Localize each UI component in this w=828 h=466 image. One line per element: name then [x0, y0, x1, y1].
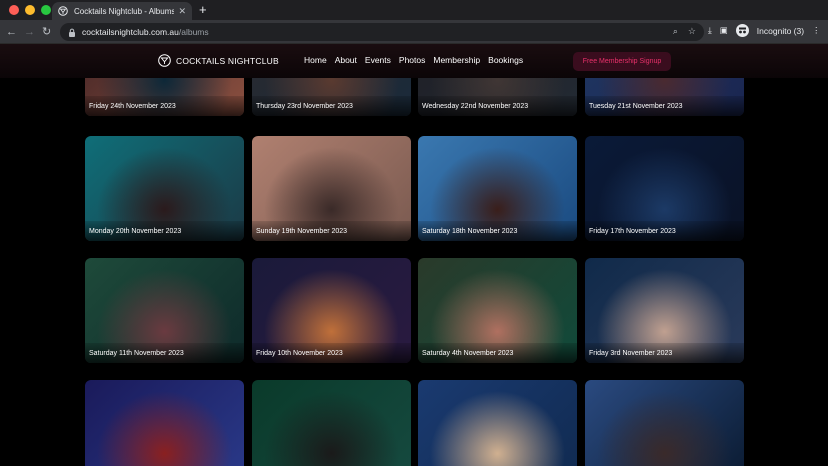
main-menu: Home About Events Photos Membership Bookings	[304, 55, 523, 65]
album-date: Saturday 11th November 2023	[89, 350, 184, 357]
lock-icon	[69, 28, 75, 37]
nav-link-about[interactable]: About	[335, 55, 357, 65]
album-card[interactable]	[252, 380, 411, 466]
url-path: /albums	[178, 27, 209, 37]
logo-text: COCKTAILS NIGHTCLUB	[176, 55, 279, 66]
search-icon[interactable]: ⌕	[673, 26, 678, 37]
bookmark-star-icon[interactable]: ☆	[688, 26, 696, 37]
album-date: Tuesday 21st November 2023	[589, 103, 683, 110]
nav-link-events[interactable]: Events	[365, 55, 391, 65]
close-window-button[interactable]	[9, 5, 19, 15]
album-photo	[85, 380, 244, 466]
reload-icon[interactable]: ↻	[42, 24, 51, 40]
address-bar[interactable]: cocktailsnightclub.com.au/albums ⌕ ☆	[60, 23, 704, 41]
nav-link-photos[interactable]: Photos	[399, 55, 425, 65]
url-host: cocktailsnightclub.com.au	[82, 27, 179, 37]
site-header: COCKTAILS NIGHTCLUB Home About Events Photo…	[0, 44, 828, 78]
album-card[interactable]	[85, 380, 244, 466]
album-card[interactable]	[418, 380, 577, 466]
album-card[interactable]: Monday 20th November 2023	[85, 136, 244, 241]
album-card[interactable]: Friday 10th November 2023	[252, 258, 411, 363]
nav-link-home[interactable]: Home	[304, 55, 327, 65]
profile-label[interactable]: Incognito (3)	[757, 26, 804, 36]
album-photo	[418, 380, 577, 466]
site-logo[interactable]: COCKTAILS NIGHTCLUB	[158, 54, 279, 67]
site-favicon-icon	[58, 6, 68, 16]
forward-icon[interactable]: →	[24, 24, 35, 40]
album-date: Saturday 4th November 2023	[422, 350, 514, 357]
maximize-window-button[interactable]	[41, 5, 51, 15]
album-date: Friday 17th November 2023	[589, 228, 676, 235]
page-viewport[interactable]: Friday 24th November 2023 Thursday 23rd N…	[0, 44, 828, 466]
browser-menu-icon[interactable]: ⋮	[812, 25, 821, 36]
album-date: Sunday 19th November 2023	[256, 228, 348, 235]
album-card[interactable]: Sunday 19th November 2023	[252, 136, 411, 241]
album-date: Friday 24th November 2023	[89, 103, 176, 110]
album-date: Friday 3rd November 2023	[589, 350, 673, 357]
album-date: Monday 20th November 2023	[89, 228, 182, 235]
album-card[interactable]: Saturday 18th November 2023	[418, 136, 577, 241]
incognito-icon[interactable]	[735, 24, 749, 37]
browser-toolbar: ← → ↻ cocktailsnightclub.com.au/albums ⌕…	[0, 20, 828, 44]
album-date: Saturday 18th November 2023	[422, 228, 518, 235]
album-photo	[252, 380, 411, 466]
album-card[interactable]: Friday 3rd November 2023	[585, 258, 744, 363]
browser-tab[interactable]: Cocktails Nightclub - Albums ✕	[52, 2, 192, 20]
album-card[interactable]: Friday 17th November 2023	[585, 136, 744, 241]
window-controls	[9, 5, 51, 15]
tab-close-icon[interactable]: ✕	[178, 6, 186, 17]
album-card[interactable]	[585, 380, 744, 466]
nav-link-membership[interactable]: Membership	[433, 55, 480, 65]
browser-tabbar: Cocktails Nightclub - Albums ✕ +	[0, 0, 828, 20]
download-icon[interactable]: ⤓	[708, 25, 712, 36]
tab-title: Cocktails Nightclub - Albums	[74, 6, 175, 16]
album-photo	[585, 380, 744, 466]
album-card[interactable]: Saturday 11th November 2023	[85, 258, 244, 363]
new-tab-icon[interactable]: +	[199, 2, 207, 18]
back-icon[interactable]: ←	[6, 24, 17, 40]
album-card[interactable]: Saturday 4th November 2023	[418, 258, 577, 363]
incognito-glasses-icon	[738, 27, 746, 34]
side-panel-icon[interactable]: ▣	[720, 25, 728, 36]
membership-signup-button[interactable]: Free Membership Signup	[573, 52, 671, 71]
album-date: Wednesday 22nd November 2023	[422, 103, 529, 110]
cocktail-glass-icon	[158, 54, 171, 67]
minimize-window-button[interactable]	[25, 5, 35, 15]
nav-link-bookings[interactable]: Bookings	[488, 55, 523, 65]
album-date: Friday 10th November 2023	[256, 350, 343, 357]
album-date: Thursday 23rd November 2023	[256, 103, 353, 110]
